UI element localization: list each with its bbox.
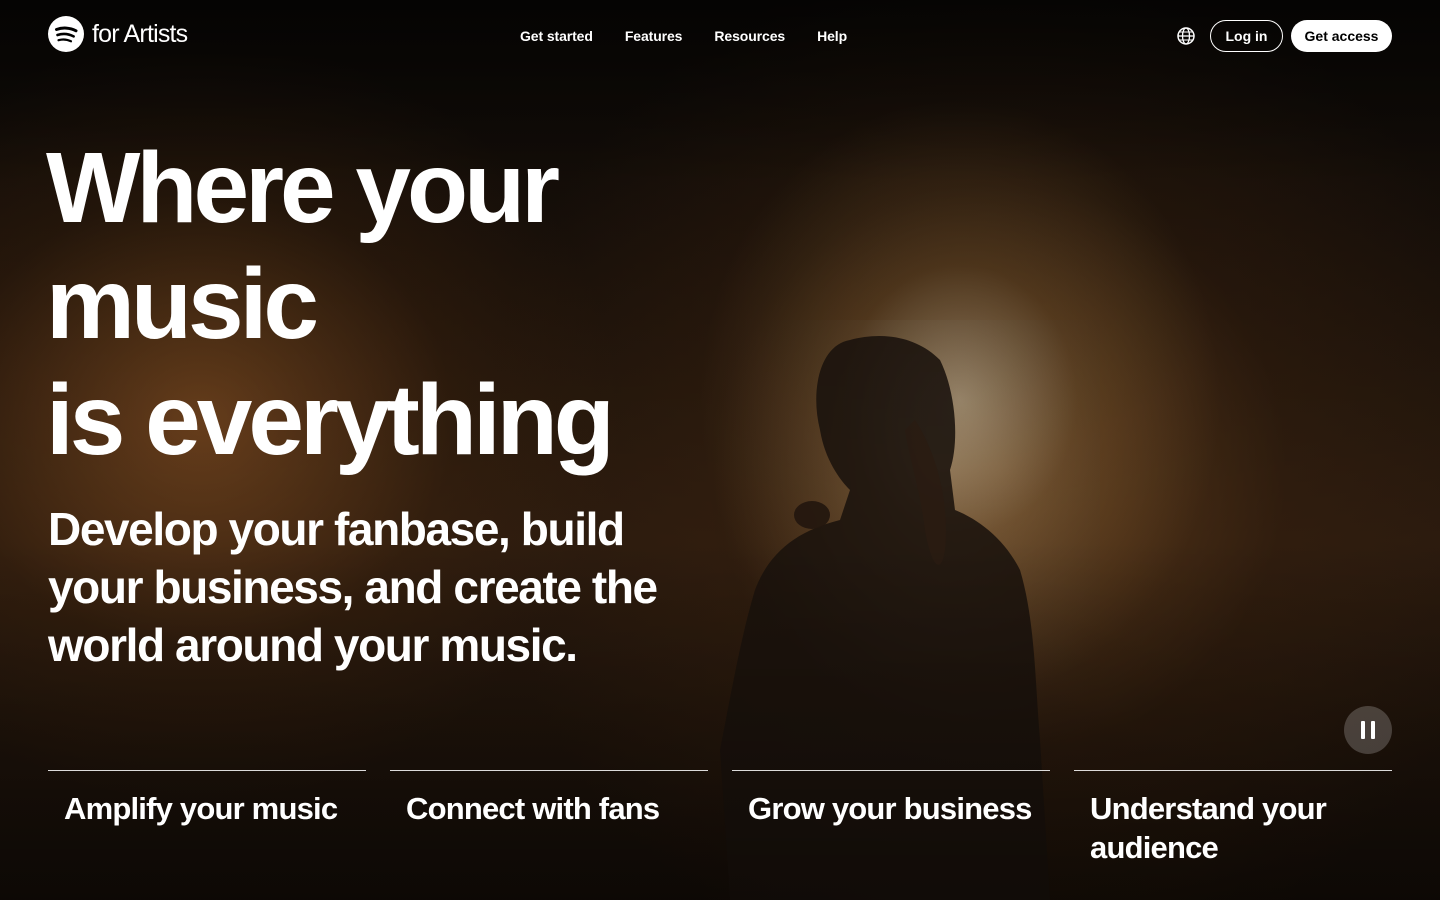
spotify-logo-icon xyxy=(48,16,84,52)
get-access-button[interactable]: Get access xyxy=(1291,20,1392,52)
video-pause-button[interactable] xyxy=(1344,706,1392,754)
tab-amplify[interactable]: Amplify your music xyxy=(48,770,366,867)
nav-get-started[interactable]: Get started xyxy=(520,28,593,44)
tab-label: Connect with fans xyxy=(406,791,660,826)
hero-headline: Where your music is everything xyxy=(46,130,746,478)
nav-features[interactable]: Features xyxy=(625,28,683,44)
pause-icon xyxy=(1361,721,1365,739)
headline-line: Where your xyxy=(46,132,560,244)
tab-connect[interactable]: Connect with fans xyxy=(390,770,708,867)
logo-text: for Artists xyxy=(92,19,188,48)
login-button[interactable]: Log in xyxy=(1210,20,1283,52)
tab-understand[interactable]: Understand your audience xyxy=(1074,770,1392,867)
main-nav: Get started Features Resources Help xyxy=(520,28,847,44)
logo-link[interactable]: for Artists xyxy=(48,16,188,52)
globe-icon[interactable] xyxy=(1176,26,1196,46)
nav-help[interactable]: Help xyxy=(817,28,847,44)
headline-line: is everything xyxy=(46,364,615,476)
tab-label: Understand your audience xyxy=(1090,791,1327,865)
pause-icon xyxy=(1371,721,1375,739)
feature-tabs: Amplify your music Connect with fans Gro… xyxy=(48,770,1392,867)
tab-grow[interactable]: Grow your business xyxy=(732,770,1050,867)
tab-label: Grow your business xyxy=(748,791,1032,826)
tab-label: Amplify your music xyxy=(64,791,338,826)
headline-line: music xyxy=(46,248,319,360)
nav-resources[interactable]: Resources xyxy=(714,28,785,44)
hero-subheading: Develop your fanbase, build your busines… xyxy=(48,503,658,671)
site-header: for Artists Get started Features Resourc… xyxy=(0,0,1440,72)
